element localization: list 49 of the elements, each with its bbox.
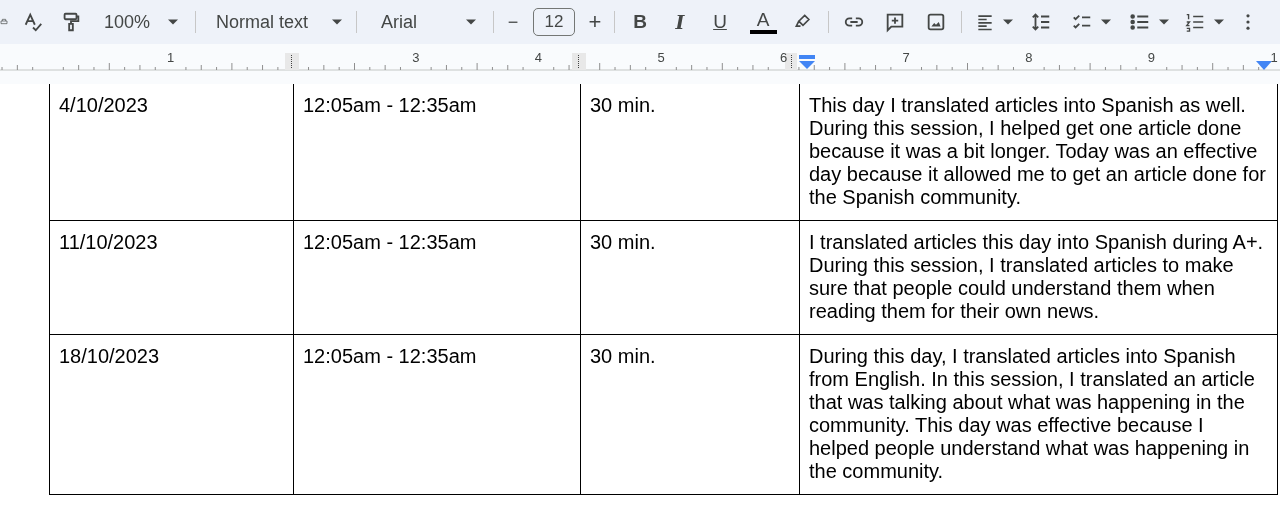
duration-cell: 30 min. <box>590 94 656 116</box>
underline-button[interactable]: U <box>700 6 740 38</box>
description-cell: I translated articles this day into Spanish during A+. During this session, I translated articles to make sure that people could understand them when reading them for their own news. <box>809 231 1264 322</box>
column-marker[interactable] <box>572 53 586 70</box>
duration-cell: 30 min. <box>590 345 656 367</box>
ruler-number: 9 <box>1147 50 1155 65</box>
time-cell: 12:05am - 12:35am <box>303 231 477 253</box>
date-cell: 18/10/2023 <box>59 345 160 367</box>
time-cell: 12:05am - 12:35am <box>303 94 477 116</box>
date-cell: 11/10/2023 <box>59 231 158 253</box>
ruler-number: 5 <box>657 50 665 65</box>
bold-button[interactable]: B <box>620 6 660 38</box>
description-cell: During this day, I translated articles into Spanish from English. In this session, I translated an article that was talking about what was happening in the community. This day was effective because I helped people understand what was happening in the community. <box>809 345 1255 482</box>
description-cell: This day I translated articles into Spanish as well. During this session, I helped get one article done because it was a bit longer. Today was an effective day because it allowed me to get an article done for the Spanish community. <box>809 94 1266 208</box>
ruler-number: 6 <box>780 50 788 65</box>
align-left-icon <box>975 12 995 32</box>
font-dropdown[interactable]: Arial <box>362 6 488 38</box>
caret-icon <box>1101 19 1111 25</box>
style-dropdown[interactable]: Normal text <box>201 6 351 38</box>
line-spacing-icon <box>1030 11 1052 33</box>
text-color-button[interactable]: A <box>743 6 783 38</box>
spellcheck-icon <box>22 11 44 33</box>
date-cell: 4/10/2023 <box>59 94 148 116</box>
decrease-size-button[interactable]: − <box>499 6 527 38</box>
caret-icon <box>1159 19 1169 25</box>
right-indent-icon[interactable] <box>1256 61 1272 70</box>
ruler-number: 4 <box>534 50 542 65</box>
numbered-list-icon <box>1184 11 1206 33</box>
duration-cell: 30 min. <box>590 231 656 253</box>
column-marker[interactable] <box>285 53 299 70</box>
ruler-number: 3 <box>412 50 420 65</box>
caret-icon <box>1214 19 1224 25</box>
ruler-number: 7 <box>902 50 910 65</box>
caret-icon <box>168 19 178 25</box>
indent-marker-icon[interactable] <box>798 55 816 70</box>
increase-size-button[interactable]: + <box>581 6 609 38</box>
caret-icon <box>332 19 342 25</box>
zoom-dropdown[interactable]: 100% <box>88 6 190 38</box>
time-cell: 12:05am - 12:35am <box>303 345 477 367</box>
column-marker[interactable] <box>785 53 797 70</box>
ruler-number: 1 <box>1270 50 1278 65</box>
more-icon <box>1246 14 1250 30</box>
ruler-number: 1 <box>167 50 175 65</box>
bullet-list-icon <box>1129 11 1151 33</box>
ruler-number: 8 <box>1025 50 1033 65</box>
caret-icon <box>466 19 476 25</box>
font-size-field[interactable]: 12 <box>533 8 575 36</box>
caret-icon <box>1003 19 1013 25</box>
italic-button[interactable]: I <box>660 6 700 38</box>
